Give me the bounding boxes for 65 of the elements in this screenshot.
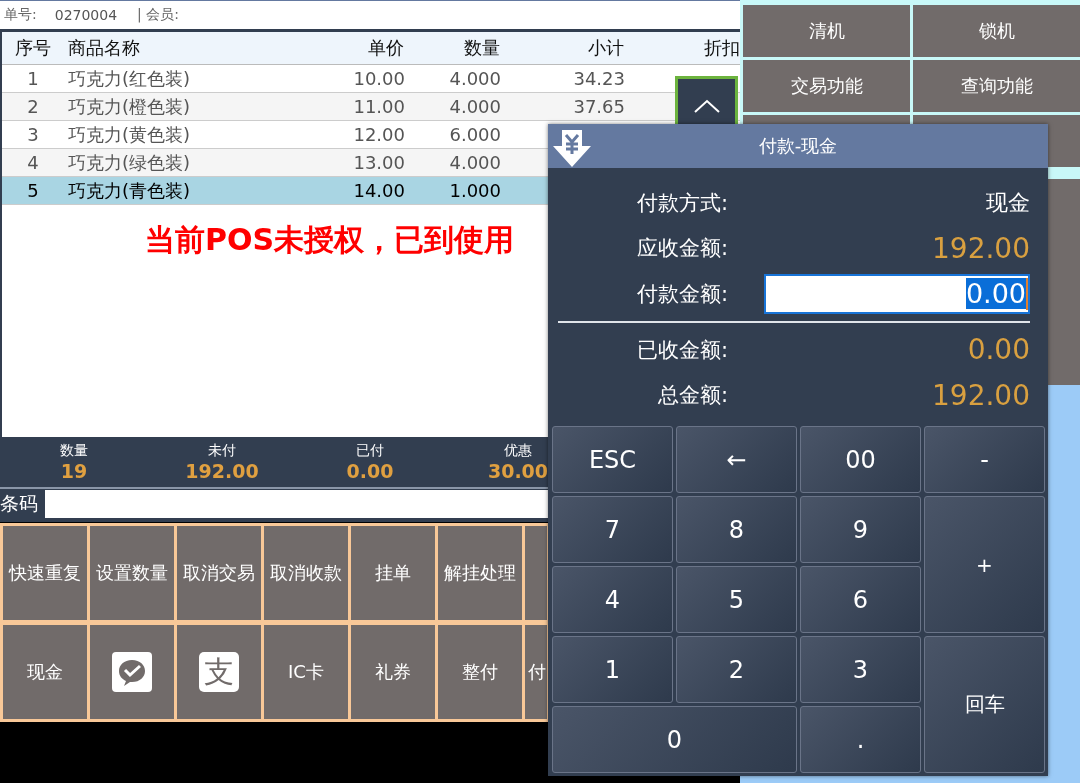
field-label: 付款金额: xyxy=(635,281,728,308)
payment-amount-field[interactable]: 0.00 xyxy=(764,274,1030,314)
order-number-label: 单号: xyxy=(4,6,37,24)
field-label: 应收金额: xyxy=(635,235,728,263)
column-header: 数量 xyxy=(463,36,501,60)
summary-label: 优惠 xyxy=(504,442,532,460)
keypad-key[interactable]: 00 xyxy=(800,426,921,493)
side-function-button[interactable]: 交易功能 xyxy=(743,60,910,112)
amount-value: 0.00 xyxy=(967,333,1030,367)
license-warning: 当前POS未授权，已到使用 xyxy=(145,221,515,259)
keypad-key[interactable]: 5 xyxy=(676,566,797,633)
alipay-logo[interactable]: 支 xyxy=(199,652,239,692)
keypad-key[interactable]: ← xyxy=(676,426,797,493)
order-number: 0270004 xyxy=(54,7,118,23)
summary-value: 19 xyxy=(60,460,88,482)
keypad-key[interactable]: 8 xyxy=(676,496,797,563)
payment-method-value: 现金 xyxy=(986,188,1030,217)
function-button[interactable]: 整付 xyxy=(438,625,522,719)
column-header: 单价 xyxy=(367,36,405,60)
keypad-key[interactable]: 7 xyxy=(552,496,673,563)
side-function-button[interactable]: 清机 xyxy=(743,5,910,57)
column-header: 序号 xyxy=(13,36,52,60)
function-button[interactable]: 付 xyxy=(525,625,547,719)
summary-label: 数量 xyxy=(60,442,88,460)
keypad-key[interactable]: 6 xyxy=(800,566,921,633)
keypad-key[interactable]: ESC xyxy=(552,426,673,493)
chevron-up-icon xyxy=(693,99,720,113)
function-button[interactable]: 现金 xyxy=(3,625,87,719)
function-button[interactable]: 设置数量 xyxy=(90,526,174,620)
keypad-key[interactable]: 2 xyxy=(676,636,797,703)
summary-value: 192.00 xyxy=(185,460,259,482)
keypad-key[interactable]: 3 xyxy=(800,636,921,703)
keypad-key[interactable]: 1 xyxy=(552,636,673,703)
function-button[interactable]: 礼券 xyxy=(351,625,435,719)
side-function-button[interactable]: 查询功能 xyxy=(913,60,1080,112)
keypad-key[interactable]: 4 xyxy=(552,566,673,633)
keypad-key[interactable]: 0 xyxy=(552,706,797,773)
item-row[interactable]: 2 巧克力(橙色装) 11.00 4.000 37.65 xyxy=(2,93,740,121)
barcode-label: 条码 xyxy=(0,491,39,516)
amount-value: 192.00 xyxy=(932,231,1030,265)
summary-value: 30.00 xyxy=(487,460,549,482)
side-function-button[interactable]: 锁机 xyxy=(913,5,1080,57)
column-header: 折扣 xyxy=(703,36,740,60)
summary-label: 已付 xyxy=(356,442,384,460)
keypad-key[interactable]: - xyxy=(924,426,1045,493)
dialog-title: 付款-现金 xyxy=(758,134,838,158)
function-button[interactable]: 挂单 xyxy=(351,526,435,620)
summary-value: 0.00 xyxy=(346,460,394,482)
function-button[interactable]: 解挂处理 xyxy=(438,526,522,620)
column-header: 小计 xyxy=(587,36,625,60)
function-button[interactable]: IC卡 xyxy=(264,625,348,719)
keypad-key[interactable]: 回车 xyxy=(924,636,1045,773)
chat-check-icon[interactable] xyxy=(112,652,152,692)
field-label: 已收金额: xyxy=(635,336,728,364)
keypad-key[interactable]: 9 xyxy=(800,496,921,563)
keypad-key[interactable]: + xyxy=(924,496,1045,633)
function-button[interactable]: 取消收款 xyxy=(264,526,348,620)
function-button[interactable]: 取消交易 xyxy=(177,526,261,620)
amount-value: 192.00 xyxy=(932,378,1030,412)
column-header: 商品名称 xyxy=(66,36,141,60)
keypad-key[interactable]: . xyxy=(800,706,921,773)
member-label: | 会员: xyxy=(137,6,179,24)
function-button[interactable]: 快速重复 xyxy=(3,526,87,620)
field-label: 总金额: xyxy=(656,382,728,410)
summary-label: 未付 xyxy=(208,442,236,460)
